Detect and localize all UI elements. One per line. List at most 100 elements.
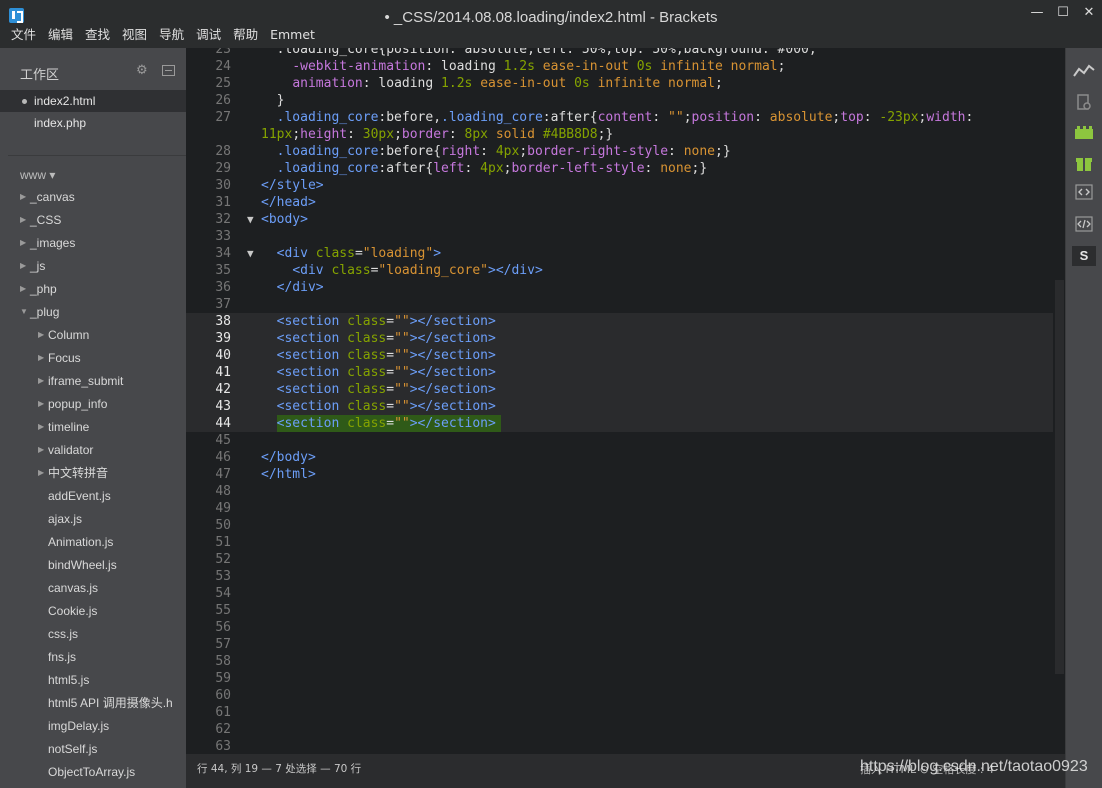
menu-view[interactable]: 视图 <box>116 26 153 46</box>
tree-file[interactable]: html5.js <box>0 669 186 691</box>
code-line[interactable]: 36 </div> <box>186 279 1053 296</box>
gear-icon[interactable]: ⚙ <box>136 63 148 78</box>
code-line[interactable]: 37 <box>186 296 1053 313</box>
menu-help[interactable]: 帮助 <box>227 26 264 46</box>
close-button[interactable]: ✕ <box>1074 2 1102 24</box>
tree-folder[interactable]: ▶ 中文转拼音 <box>0 462 186 484</box>
tree-file[interactable]: ObjectToArray.js <box>0 761 186 783</box>
tree-file[interactable]: canvas.js <box>0 577 186 599</box>
code-line[interactable]: 53 <box>186 568 1053 585</box>
tree-file[interactable]: fns.js <box>0 646 186 668</box>
s-icon[interactable]: S <box>1072 246 1096 266</box>
scrollbar-thumb[interactable] <box>1055 280 1064 674</box>
tree-folder[interactable]: ▶ timeline <box>0 416 186 438</box>
code-line[interactable]: 54 <box>186 585 1053 602</box>
code-line[interactable]: 32 ▼ <body> <box>186 211 1053 228</box>
menu-edit[interactable]: 编辑 <box>42 26 79 46</box>
live-preview-icon[interactable] <box>1071 64 1097 84</box>
code-line[interactable]: 55 <box>186 602 1053 619</box>
code-line[interactable]: 39 <section class=""></section> <box>186 330 1053 347</box>
code-line[interactable]: 41 <section class=""></section> <box>186 364 1053 381</box>
gift-icon[interactable] <box>1071 154 1097 174</box>
tree-file[interactable]: bindWheel.js <box>0 554 186 576</box>
tree-folder[interactable]: ▶ _CSS <box>0 209 186 231</box>
code-line[interactable]: 28 .loading_core:before{right: 4px;borde… <box>186 143 1053 160</box>
chevron-right-icon[interactable]: ▶ <box>20 232 26 254</box>
tree-file[interactable]: Cookie.js <box>0 600 186 622</box>
code-line[interactable]: 26 } <box>186 92 1053 109</box>
code-line[interactable]: 29 .loading_core:after{left: 4px;border-… <box>186 160 1053 177</box>
tree-folder[interactable]: ▼ _plug <box>0 301 186 323</box>
chevron-right-icon[interactable]: ▶ <box>38 347 44 369</box>
code-line[interactable]: 31 </head> <box>186 194 1053 211</box>
tree-folder[interactable]: ▶ _canvas <box>0 186 186 208</box>
chevron-right-icon[interactable]: ▶ <box>38 416 44 438</box>
tree-folder[interactable]: ▶ _php <box>0 278 186 300</box>
tree-file[interactable]: css.js <box>0 623 186 645</box>
code-line[interactable]: 33 <box>186 228 1053 245</box>
code-line[interactable]: 34 ▼ <div class="loading"> <box>186 245 1053 262</box>
code-line[interactable]: 62 <box>186 721 1053 738</box>
tree-folder[interactable]: ▶ popup_info <box>0 393 186 415</box>
file-preview-icon[interactable] <box>1071 94 1097 114</box>
code-line[interactable]: 59 <box>186 670 1053 687</box>
menu-find[interactable]: 查找 <box>79 26 116 46</box>
code-line[interactable]: 40 <section class=""></section> <box>186 347 1053 364</box>
code-line[interactable]: 58 <box>186 653 1053 670</box>
tree-file[interactable]: ajax.js <box>0 508 186 530</box>
tree-folder[interactable]: ▶ iframe_submit <box>0 370 186 392</box>
tree-folder[interactable]: ▶ validator <box>0 439 186 461</box>
chevron-right-icon[interactable]: ▶ <box>20 255 26 277</box>
code-line[interactable]: 51 <box>186 534 1053 551</box>
brackets-code-icon[interactable] <box>1071 184 1097 204</box>
code-line[interactable]: 56 <box>186 619 1053 636</box>
code-line[interactable]: 61 <box>186 704 1053 721</box>
tree-folder[interactable]: ▶ Focus <box>0 347 186 369</box>
working-file-item[interactable]: index.php <box>0 112 186 134</box>
chevron-right-icon[interactable]: ▶ <box>20 278 26 300</box>
menu-file[interactable]: 文件 <box>0 26 42 46</box>
code-line[interactable]: 30 </style> <box>186 177 1053 194</box>
code-line[interactable]: 43 <section class=""></section> <box>186 398 1053 415</box>
code-line[interactable]: 44 <section class=""></section> <box>186 415 1053 432</box>
code-line[interactable]: 11px;height: 30px;border: 8px solid #4BB… <box>186 126 1053 143</box>
tree-folder[interactable]: ▶ Column <box>0 324 186 346</box>
split-view-icon[interactable] <box>162 65 175 76</box>
project-dropdown[interactable]: www ▾ <box>20 168 55 182</box>
menu-debug[interactable]: 调试 <box>190 26 227 46</box>
code-line[interactable]: 25 animation: loading 1.2s ease-in-out 0… <box>186 75 1053 92</box>
code-line[interactable]: 49 <box>186 500 1053 517</box>
fold-toggle-icon[interactable]: ▼ <box>247 211 254 228</box>
chevron-right-icon[interactable]: ▶ <box>38 393 44 415</box>
code-line[interactable]: 27 .loading_core:before,.loading_core:af… <box>186 109 1053 126</box>
code-line[interactable]: 52 <box>186 551 1053 568</box>
code-line[interactable]: 48 <box>186 483 1053 500</box>
chevron-right-icon[interactable]: ▶ <box>20 186 26 208</box>
chevron-right-icon[interactable]: ▶ <box>38 462 44 484</box>
code-line[interactable]: 50 <box>186 517 1053 534</box>
chevron-right-icon[interactable]: ▶ <box>20 209 26 231</box>
tree-folder[interactable]: ▶ _images <box>0 232 186 254</box>
tree-file[interactable]: Animation.js <box>0 531 186 553</box>
code-line[interactable]: 60 <box>186 687 1053 704</box>
working-file-item[interactable]: index2.html <box>0 90 186 112</box>
chevron-right-icon[interactable]: ▶ <box>38 370 44 392</box>
extension-manager-icon[interactable] <box>1071 124 1097 144</box>
editor-scrollbar[interactable] <box>1053 48 1065 754</box>
code-line[interactable]: 42 <section class=""></section> <box>186 381 1053 398</box>
code-editor[interactable]: 23 .loading_core{position: absolute;left… <box>186 48 1053 754</box>
chevron-down-icon[interactable]: ▼ <box>20 301 28 323</box>
code-line[interactable]: 46 </body> <box>186 449 1053 466</box>
menu-emmet[interactable]: Emmet <box>264 26 321 46</box>
tree-file[interactable]: html5 API 调用摄像头.h <box>0 692 186 714</box>
code-line[interactable]: 47 </html> <box>186 466 1053 483</box>
fold-toggle-icon[interactable]: ▼ <box>247 245 254 262</box>
menu-navigate[interactable]: 导航 <box>153 26 190 46</box>
code-line[interactable]: 24 -webkit-animation: loading 1.2s ease-… <box>186 58 1053 75</box>
html-tag-icon[interactable] <box>1071 216 1097 236</box>
code-line[interactable]: 63 <box>186 738 1053 754</box>
code-line[interactable]: 35 <div class="loading_core"></div> <box>186 262 1053 279</box>
tree-folder[interactable]: ▶ _js <box>0 255 186 277</box>
code-line[interactable]: 57 <box>186 636 1053 653</box>
tree-file[interactable]: addEvent.js <box>0 485 186 507</box>
